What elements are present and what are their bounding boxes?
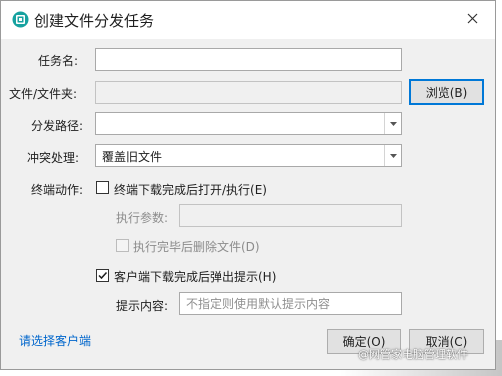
checkmark-icon — [98, 271, 108, 280]
close-button[interactable] — [459, 8, 485, 32]
terminal-action-label: 终端动作: — [31, 183, 84, 197]
delete-after-exec-label: 执行完毕后删除文件(D) — [133, 240, 260, 254]
chevron-down-icon — [384, 113, 401, 134]
conflict-value: 覆盖旧文件 — [102, 150, 163, 164]
browse-button[interactable]: 浏览(B) — [409, 79, 484, 105]
browse-button-label: 浏览(B) — [425, 85, 468, 100]
exec-params-input[interactable] — [179, 204, 402, 227]
popup-notice-checkbox[interactable] — [96, 269, 109, 282]
file-folder-label: 文件/文件夹: — [9, 87, 78, 101]
open-after-download-label: 终端下载完成后打开/执行(E) — [114, 183, 267, 197]
delete-after-exec-checkbox[interactable] — [116, 239, 129, 252]
popup-notice-label: 客户端下载完成后弹出提示(H) — [114, 270, 277, 284]
close-icon — [467, 13, 478, 27]
dialog-title: 创建文件分发任务 — [34, 12, 155, 30]
open-after-download-checkbox[interactable] — [96, 181, 109, 194]
notice-content-label: 提示内容: — [116, 299, 169, 313]
notice-content-input[interactable] — [179, 292, 402, 315]
task-name-label: 任务名: — [38, 54, 79, 68]
dist-path-label: 分发路径: — [31, 119, 84, 133]
exec-params-label: 执行参数: — [116, 211, 169, 225]
title-bar: 创建文件分发任务 — [1, 1, 495, 39]
chevron-down-icon — [384, 145, 401, 166]
dist-path-select[interactable] — [95, 112, 402, 135]
watermark-text: @网管家电脑管理软件 — [358, 348, 468, 361]
task-name-input[interactable] — [95, 48, 402, 71]
create-distribution-dialog: 创建文件分发任务 任务名: 文件/文件夹: 浏览(B) 分发路径: 冲突处理: … — [0, 0, 496, 370]
select-clients-link[interactable]: 请选择客户端 — [19, 332, 91, 349]
conflict-select[interactable]: 覆盖旧文件 — [95, 144, 402, 167]
file-folder-input[interactable] — [95, 81, 402, 104]
app-logo-icon — [12, 11, 29, 28]
conflict-label: 冲突处理: — [27, 151, 80, 165]
